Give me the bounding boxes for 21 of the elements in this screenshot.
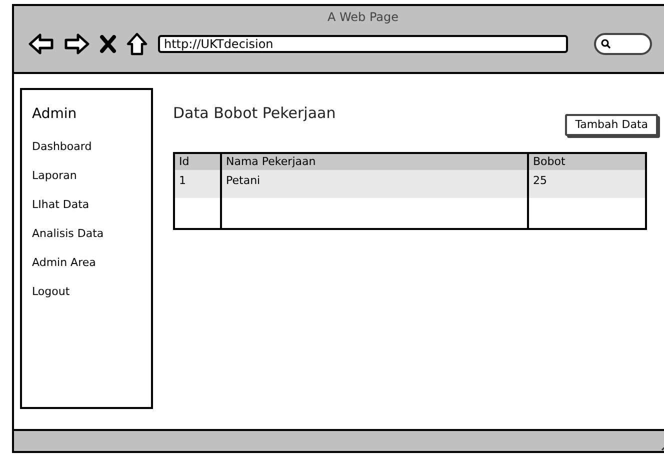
sidebar-link[interactable]: LIhat Data xyxy=(32,197,151,226)
column-header: Bobot xyxy=(532,154,566,170)
home-icon[interactable] xyxy=(126,32,148,56)
sidebar-link[interactable]: Logout xyxy=(32,284,151,313)
sidebar-title: Admin xyxy=(32,105,78,124)
sidebar-link[interactable]: Laporan xyxy=(32,168,151,197)
table-cell: Petani xyxy=(222,170,529,198)
window-title: A Web Page xyxy=(327,9,399,26)
sidebar-link[interactable]: Admin Area xyxy=(32,255,151,284)
table-cell: 1 xyxy=(175,170,222,198)
sidebar-link[interactable]: Analisis Data xyxy=(32,226,151,255)
close-icon[interactable] xyxy=(100,35,116,53)
table-cell-text: 25 xyxy=(532,173,548,189)
page-title: Data Bobot Pekerjaan xyxy=(173,103,336,124)
search-icon xyxy=(601,39,611,49)
sidebar-link[interactable]: Dashboard xyxy=(32,139,151,168)
forward-arrow-icon[interactable] xyxy=(64,33,90,55)
address-field[interactable]: http://UKTdecision xyxy=(158,35,568,53)
search-field[interactable] xyxy=(594,33,652,55)
add-data-button[interactable]: Tambah Data xyxy=(565,114,658,136)
back-arrow-icon[interactable] xyxy=(28,33,54,55)
